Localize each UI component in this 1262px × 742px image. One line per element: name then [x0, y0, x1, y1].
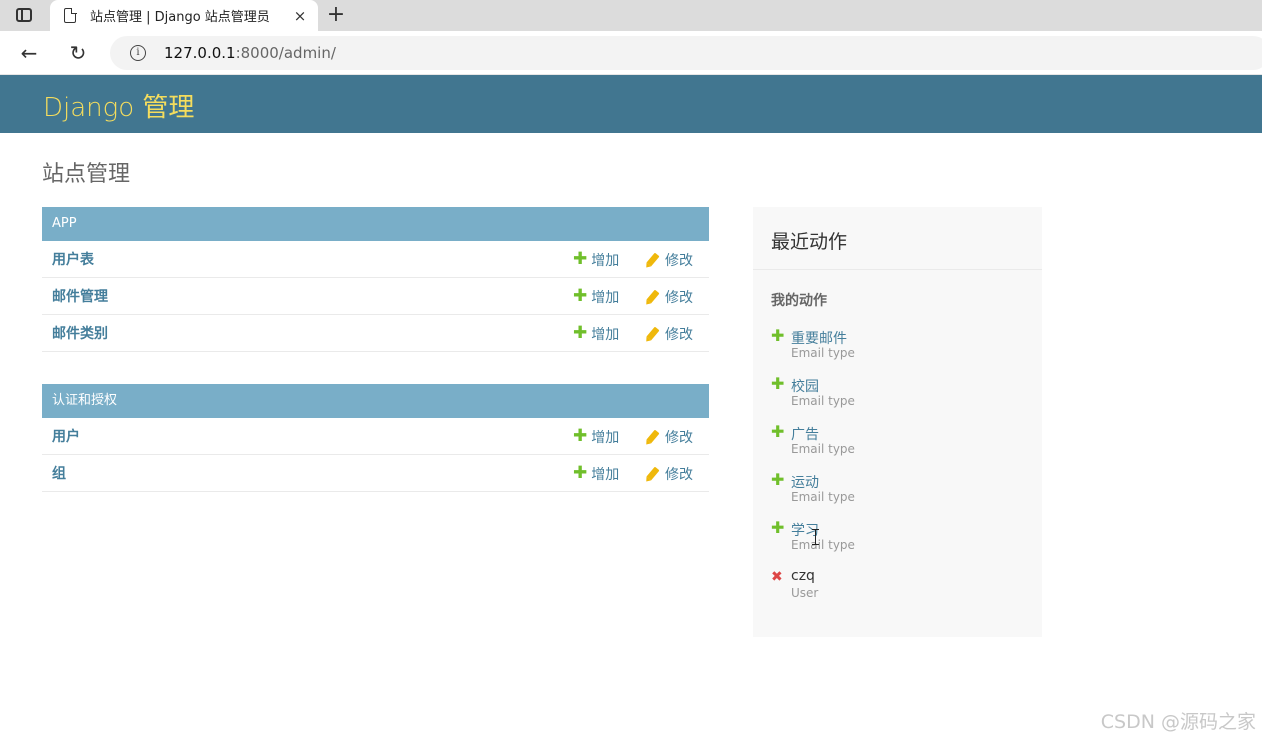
site-info-icon[interactable]: i — [130, 45, 146, 61]
url-text: 127.0.0.1:8000/admin/ — [164, 44, 336, 62]
action-type: Email type — [791, 442, 855, 456]
change-link[interactable]: 修改 — [646, 418, 693, 455]
model-link[interactable]: 邮件管理 — [52, 286, 108, 306]
model-row: 邮件类别 ✚ 增加 修改 — [42, 315, 709, 352]
model-link[interactable]: 邮件类别 — [52, 323, 108, 343]
add-icon: ✚ — [771, 470, 785, 489]
site-brand[interactable]: Django 管理 — [43, 87, 194, 124]
model-link[interactable]: 用户 — [52, 426, 80, 446]
change-label: 修改 — [665, 429, 693, 446]
action-deleted-object: czq — [791, 568, 815, 584]
browser-tab-bar: 站点管理 | Django 站点管理员 × + — [0, 0, 1262, 31]
browser-tab[interactable]: 站点管理 | Django 站点管理员 × — [50, 0, 318, 31]
page-icon — [64, 7, 77, 23]
pencil-icon — [646, 429, 660, 444]
text-cursor-icon — [812, 529, 819, 545]
add-label: 增加 — [591, 326, 620, 343]
action-link[interactable]: 运动 — [791, 472, 819, 492]
action-type: Email type — [791, 346, 855, 360]
tab-actions-button[interactable] — [10, 4, 38, 26]
pencil-icon — [646, 289, 660, 304]
add-label: 增加 — [591, 252, 620, 269]
model-link[interactable]: 组 — [52, 463, 66, 483]
model-row: 用户 ✚ 增加 修改 — [42, 418, 709, 455]
add-link[interactable]: ✚ 增加 — [573, 278, 619, 315]
model-row: 用户表 ✚ 增加 修改 — [42, 241, 709, 278]
site-header: Django 管理 — [0, 75, 1262, 133]
add-label: 增加 — [591, 429, 620, 446]
add-label: 增加 — [591, 466, 620, 483]
back-button[interactable]: ← — [15, 39, 43, 67]
address-bar[interactable]: i 127.0.0.1:8000/admin/ — [110, 36, 1262, 70]
add-link[interactable]: ✚ 增加 — [573, 455, 619, 492]
plus-icon: ✚ — [573, 323, 588, 343]
my-actions-heading: 我的动作 — [771, 293, 827, 309]
change-label: 修改 — [665, 289, 693, 306]
add-link[interactable]: ✚ 增加 — [573, 241, 619, 278]
pencil-icon — [646, 252, 660, 267]
plus-icon: ✚ — [573, 286, 588, 306]
recent-actions-panel: 最近动作 我的动作 ✚ 重要邮件 Email type ✚ 校园 Email t… — [753, 207, 1042, 637]
model-row: 组 ✚ 增加 修改 — [42, 455, 709, 492]
pencil-icon — [646, 466, 660, 481]
add-icon: ✚ — [771, 326, 785, 345]
pencil-icon — [646, 326, 660, 341]
action-link[interactable]: 重要邮件 — [791, 328, 847, 348]
browser-toolbar: ← ↻ i 127.0.0.1:8000/admin/ — [0, 31, 1262, 75]
watermark: CSDN @源码之家 — [1100, 711, 1256, 733]
action-type: Email type — [791, 394, 855, 408]
change-link[interactable]: 修改 — [646, 455, 693, 492]
new-tab-button[interactable]: + — [322, 2, 350, 28]
page-title: 站点管理 — [42, 162, 131, 187]
change-link[interactable]: 修改 — [646, 241, 693, 278]
model-row: 邮件管理 ✚ 增加 修改 — [42, 278, 709, 315]
delete-icon: ✖ — [771, 569, 783, 585]
action-type: User — [791, 586, 819, 600]
divider — [753, 269, 1042, 270]
action-type: Email type — [791, 538, 855, 552]
tab-title: 站点管理 | Django 站点管理员 — [90, 10, 270, 25]
action-link[interactable]: 广告 — [791, 424, 819, 444]
action-type: Email type — [791, 490, 855, 504]
change-label: 修改 — [665, 466, 693, 483]
recent-actions-title: 最近动作 — [771, 231, 848, 253]
url-path: :8000/admin/ — [235, 44, 336, 62]
action-link[interactable]: 校园 — [791, 376, 819, 396]
url-host: 127.0.0.1 — [164, 44, 236, 62]
module-caption[interactable]: APP — [42, 207, 709, 241]
change-link[interactable]: 修改 — [646, 278, 693, 315]
app-module-auth: 认证和授权 用户 ✚ 增加 修改 组 ✚ 增加 修改 — [42, 384, 709, 492]
add-icon: ✚ — [771, 518, 785, 537]
plus-icon: ✚ — [573, 249, 588, 269]
plus-icon: ✚ — [573, 426, 588, 446]
add-icon: ✚ — [771, 374, 785, 393]
add-label: 增加 — [591, 289, 620, 306]
change-link[interactable]: 修改 — [646, 315, 693, 352]
module-caption[interactable]: 认证和授权 — [42, 384, 709, 418]
tab-actions-icon — [16, 8, 32, 22]
add-link[interactable]: ✚ 增加 — [573, 418, 619, 455]
tab-close-icon[interactable]: × — [288, 7, 312, 25]
add-icon: ✚ — [771, 422, 785, 441]
model-link[interactable]: 用户表 — [52, 249, 94, 269]
reload-button[interactable]: ↻ — [64, 39, 92, 67]
add-link[interactable]: ✚ 增加 — [573, 315, 619, 352]
app-module-app: APP 用户表 ✚ 增加 修改 邮件管理 ✚ 增加 修改 邮件类别 ✚ 增加 修改 — [42, 207, 709, 352]
change-label: 修改 — [665, 326, 693, 343]
change-label: 修改 — [665, 252, 693, 269]
plus-icon: ✚ — [573, 463, 588, 483]
